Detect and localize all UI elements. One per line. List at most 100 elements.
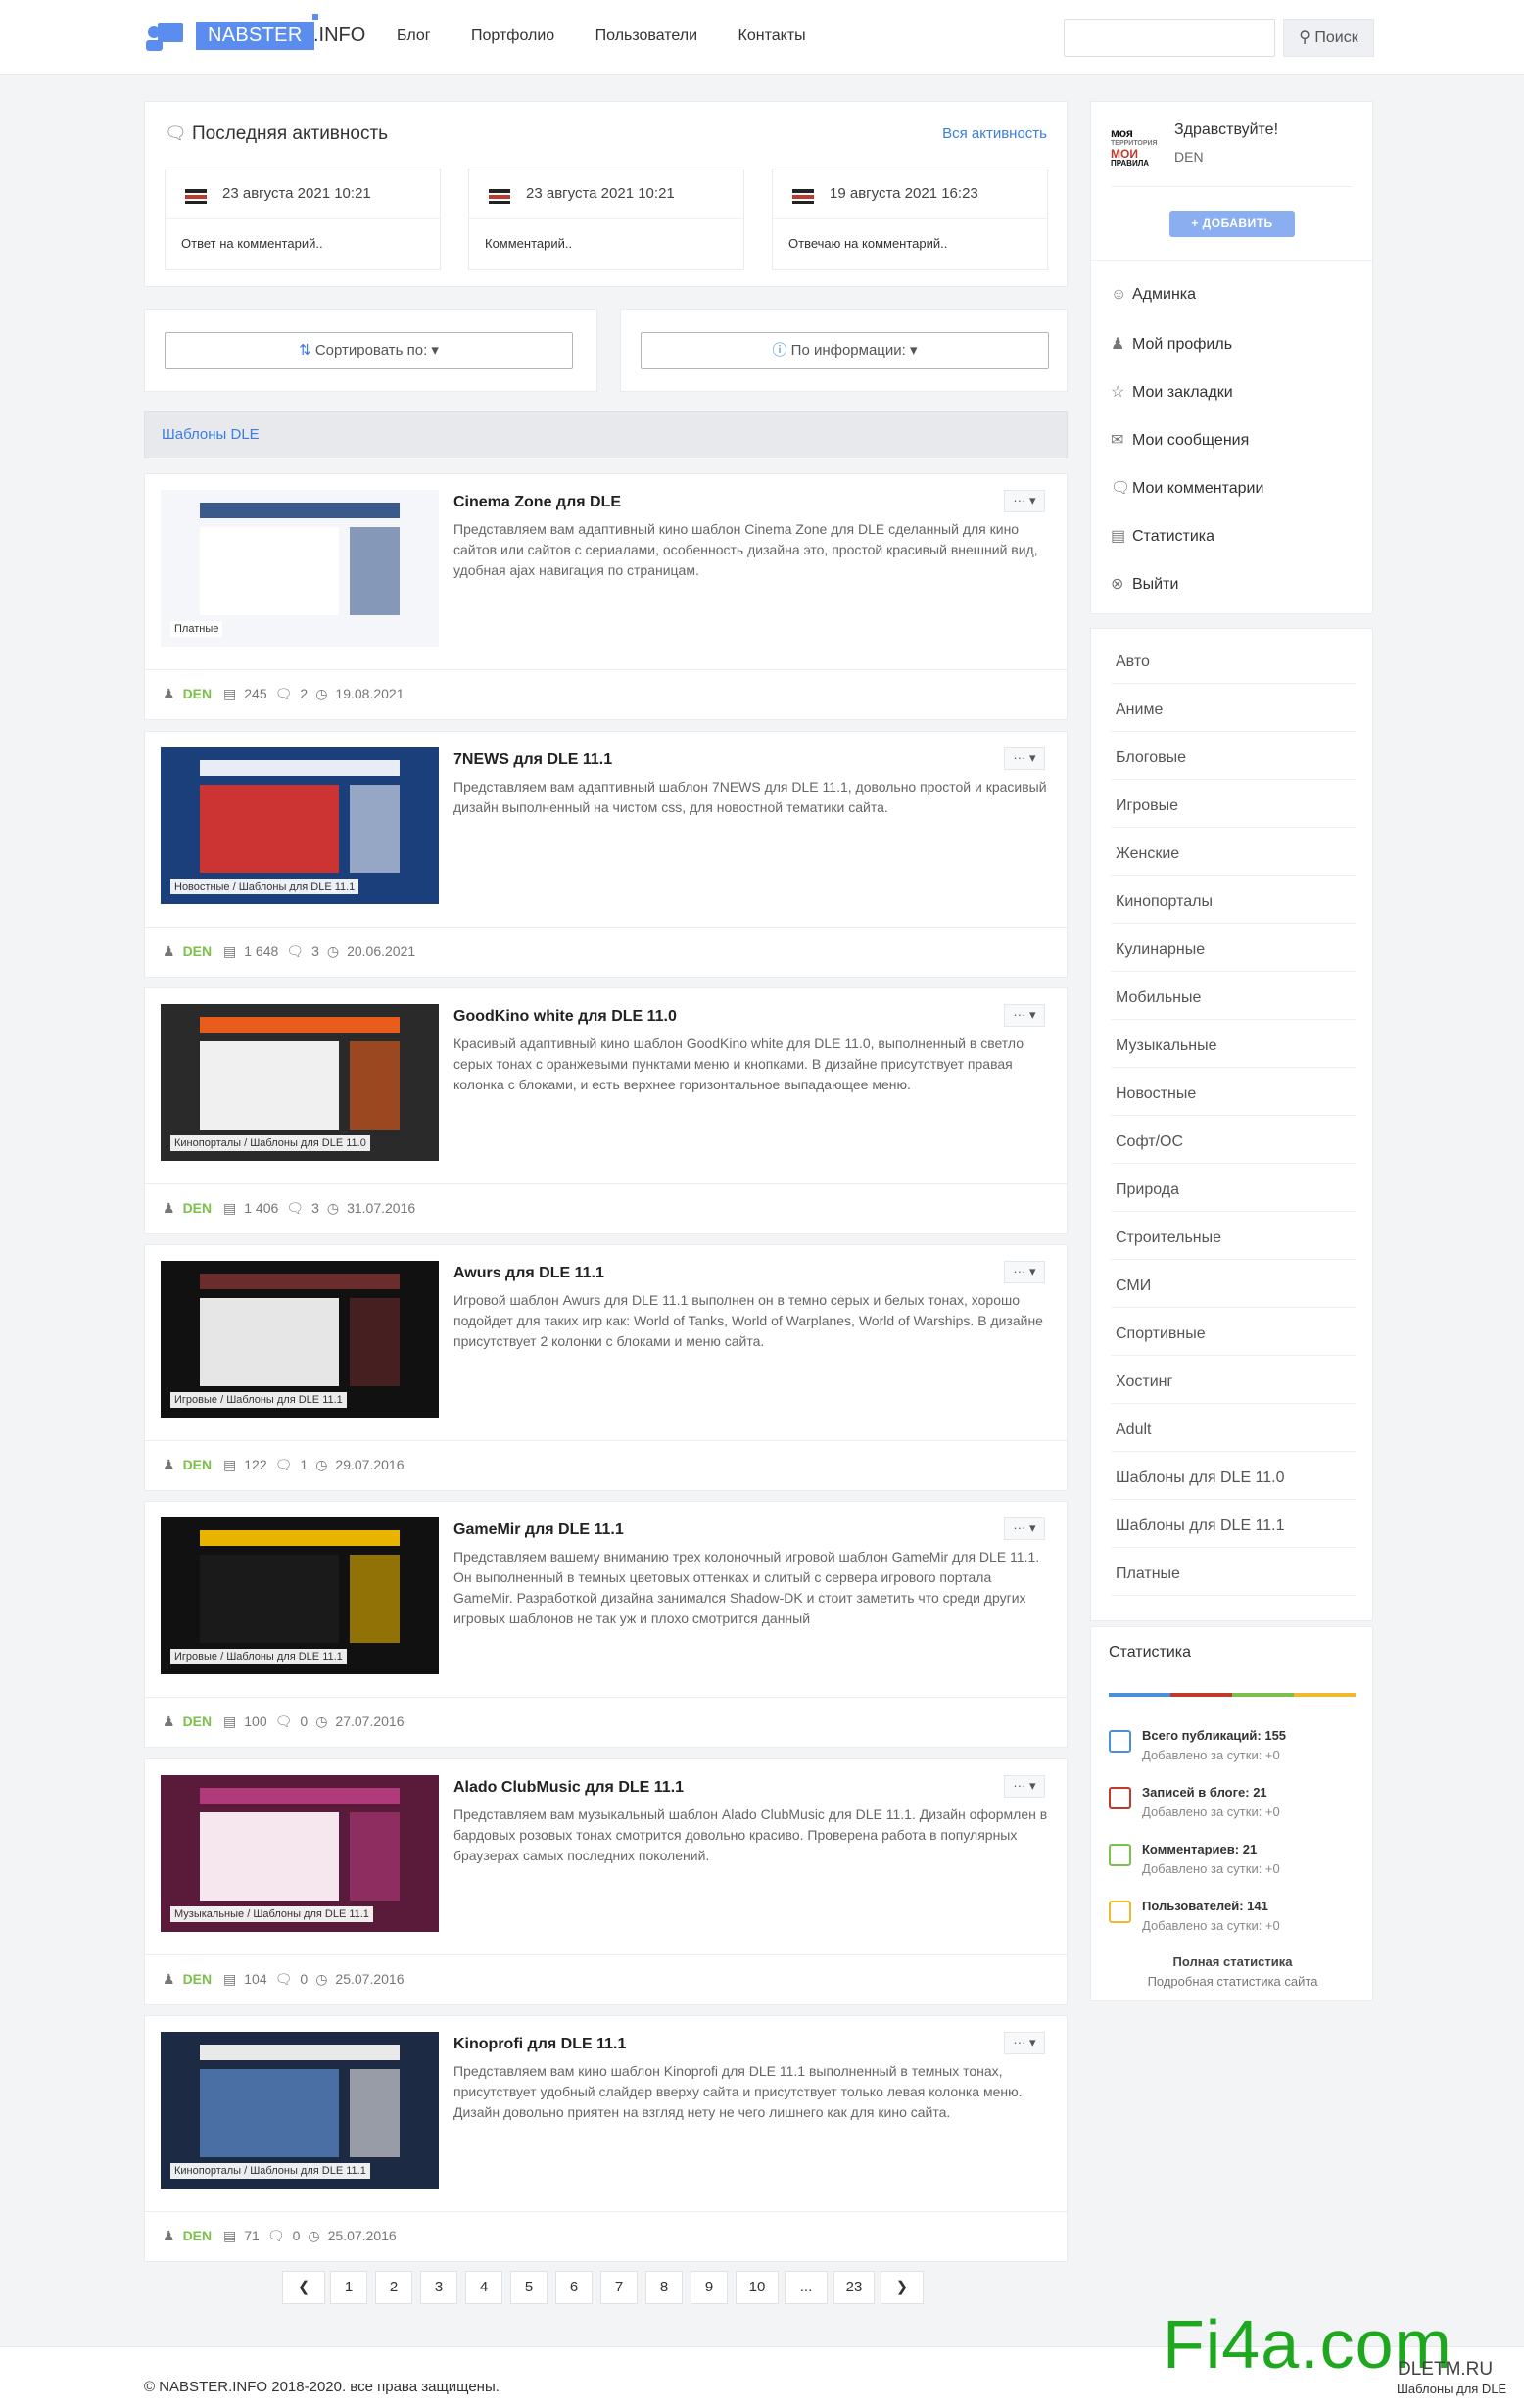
category-item[interactable]: Платные [1111, 1555, 1356, 1596]
post-author[interactable]: DEN [183, 1200, 213, 1216]
section-title[interactable]: Шаблоны DLE [144, 411, 1068, 458]
post-author[interactable]: DEN [183, 943, 213, 959]
post-author[interactable]: DEN [183, 1457, 213, 1472]
next-page-icon[interactable]: ❯ [881, 2271, 924, 2304]
nav-users[interactable]: Пользователи [595, 27, 697, 44]
statistics-link[interactable]: ▤ Статистика [1111, 526, 1214, 546]
post-menu-button[interactable]: ··· ▾ [1004, 1261, 1045, 1283]
post-title[interactable]: Kinoprofi для DLE 11.1 [453, 2036, 626, 2053]
caret-down-icon: ▾ [431, 342, 439, 359]
post-author[interactable]: DEN [183, 1971, 213, 1987]
post-thumbnail[interactable]: Кинопорталы / Шаблоны для DLE 11.1 [161, 2032, 439, 2189]
post-thumbnail[interactable]: Музыкальные / Шаблоны для DLE 11.1 [161, 1775, 439, 1932]
profile-link[interactable]: ♟ Мой профиль [1111, 334, 1232, 354]
category-item[interactable]: Кулинарные [1111, 931, 1356, 972]
sort-dropdown[interactable]: ⇅ Сортировать по: ▾ [165, 332, 573, 369]
page-ellipsis[interactable]: ... [785, 2271, 828, 2304]
page-8[interactable]: 8 [645, 2271, 683, 2304]
logo-text[interactable]: NABSTER [196, 22, 314, 50]
category-item[interactable]: Софт/ОС [1111, 1123, 1356, 1164]
post-category[interactable]: Музыкальные / Шаблоны для DLE 11.1 [170, 1906, 373, 1922]
post-category[interactable]: Игровые / Шаблоны для DLE 11.1 [170, 1649, 347, 1664]
post-category[interactable]: Платные [170, 621, 223, 637]
category-item[interactable]: Спортивные [1111, 1315, 1356, 1356]
page-2[interactable]: 2 [375, 2271, 412, 2304]
category-item[interactable]: Adult [1111, 1411, 1356, 1452]
post-title[interactable]: 7NEWS для DLE 11.1 [453, 751, 612, 769]
activity-item[interactable]: 23 августа 2021 10:21 Комментарий.. [468, 169, 744, 270]
post-comments: 0 [300, 1713, 309, 1729]
bookmarks-link[interactable]: ☆ Мои закладки [1111, 382, 1233, 402]
post-menu-button[interactable]: ··· ▾ [1004, 1517, 1045, 1540]
post-comments: 2 [300, 686, 309, 701]
page-9[interactable]: 9 [691, 2271, 728, 2304]
category-item[interactable]: Блоговые [1111, 739, 1356, 780]
add-button[interactable]: + ДОБАВИТЬ [1169, 211, 1295, 237]
all-activity-link[interactable]: Вся активность [942, 125, 1047, 142]
post-menu-button[interactable]: ··· ▾ [1004, 490, 1045, 512]
post-title[interactable]: Cinema Zone для DLE [453, 494, 621, 511]
page-6[interactable]: 6 [555, 2271, 593, 2304]
activity-item[interactable]: 19 августа 2021 16:23 Отвечаю на коммент… [772, 169, 1048, 270]
category-item[interactable]: Музыкальные [1111, 1027, 1356, 1068]
search-input[interactable] [1064, 19, 1275, 57]
logout-link[interactable]: ⊗ Выйти [1111, 574, 1178, 594]
post-title[interactable]: GoodKino white для DLE 11.0 [453, 1008, 677, 1026]
avatar[interactable]: моя ТЕРРИТОРИЯ МОИ ПРАВИЛА [1111, 127, 1160, 168]
logo-suffix[interactable]: .INFO [313, 24, 365, 47]
post-thumbnail[interactable]: Игровые / Шаблоны для DLE 11.1 [161, 1517, 439, 1674]
post-menu-button[interactable]: ··· ▾ [1004, 2032, 1045, 2054]
category-item[interactable]: Мобильные [1111, 979, 1356, 1020]
category-item[interactable]: Женские [1111, 835, 1356, 876]
category-item[interactable]: Строительные [1111, 1219, 1356, 1260]
search-button[interactable]: ⚲ Поиск [1283, 19, 1374, 57]
post-views: 1 406 [244, 1200, 279, 1216]
post-category[interactable]: Кинопорталы / Шаблоны для DLE 11.1 [170, 2163, 370, 2179]
category-item[interactable]: СМИ [1111, 1267, 1356, 1308]
category-item[interactable]: Природа [1111, 1171, 1356, 1212]
post-thumbnail[interactable]: Игровые / Шаблоны для DLE 11.1 [161, 1261, 439, 1418]
post-category[interactable]: Кинопорталы / Шаблоны для DLE 11.0 [170, 1135, 370, 1151]
nav-portfolio[interactable]: Портфолио [471, 27, 554, 44]
category-item[interactable]: Хостинг [1111, 1363, 1356, 1404]
post-author[interactable]: DEN [183, 686, 213, 701]
post-author[interactable]: DEN [183, 2228, 213, 2243]
category-item[interactable]: Игровые [1111, 787, 1356, 828]
nav-contacts[interactable]: Контакты [738, 27, 806, 44]
page-5[interactable]: 5 [510, 2271, 548, 2304]
post-thumbnail[interactable]: Платные [161, 490, 439, 647]
comments-link[interactable]: 🗨 Мои комментарии [1111, 478, 1263, 498]
nav-blog[interactable]: Блог [397, 27, 431, 44]
post-author[interactable]: DEN [183, 1713, 213, 1729]
post-category[interactable]: Игровые / Шаблоны для DLE 11.1 [170, 1392, 347, 1408]
post-menu-button[interactable]: ··· ▾ [1004, 1775, 1045, 1798]
category-item[interactable]: Кинопорталы [1111, 883, 1356, 924]
page-3[interactable]: 3 [420, 2271, 457, 2304]
page-10[interactable]: 10 [736, 2271, 779, 2304]
post-thumbnail[interactable]: Новостные / Шаблоны для DLE 11.1 [161, 747, 439, 904]
post-title[interactable]: GameMir для DLE 11.1 [453, 1521, 624, 1539]
post-menu-button[interactable]: ··· ▾ [1004, 1004, 1045, 1027]
category-item[interactable]: Новостные [1111, 1075, 1356, 1116]
page-23[interactable]: 23 [833, 2271, 875, 2304]
post-title[interactable]: Awurs для DLE 11.1 [453, 1265, 604, 1282]
messages-link[interactable]: ✉ Мои сообщения [1111, 430, 1249, 450]
category-item[interactable]: Авто [1111, 643, 1356, 684]
prev-page-icon[interactable]: ❮ [282, 2271, 325, 2304]
category-item[interactable]: Аниме [1111, 691, 1356, 732]
post-menu-button[interactable]: ··· ▾ [1004, 747, 1045, 770]
page-7[interactable]: 7 [600, 2271, 638, 2304]
post-title[interactable]: Alado ClubMusic для DLE 11.1 [453, 1779, 684, 1797]
post-category[interactable]: Новостные / Шаблоны для DLE 11.1 [170, 879, 359, 894]
category-item[interactable]: Шаблоны для DLE 11.1 [1111, 1507, 1356, 1548]
full-stats-link[interactable]: Полная статистика [1091, 1954, 1374, 1969]
page-1[interactable]: 1 [330, 2271, 367, 2304]
post-thumbnail[interactable]: Кинопорталы / Шаблоны для DLE 11.0 [161, 1004, 439, 1161]
admin-link[interactable]: ☺ Админка [1111, 286, 1196, 304]
activity-item[interactable]: 23 августа 2021 10:21 Ответ на комментар… [165, 169, 441, 270]
info-dropdown[interactable]: ⓘ По информации: ▾ [641, 332, 1049, 369]
category-item[interactable]: Шаблоны для DLE 11.0 [1111, 1459, 1356, 1500]
page-4[interactable]: 4 [465, 2271, 502, 2304]
logo-icon[interactable] [144, 21, 185, 53]
username[interactable]: DEN [1174, 149, 1204, 165]
